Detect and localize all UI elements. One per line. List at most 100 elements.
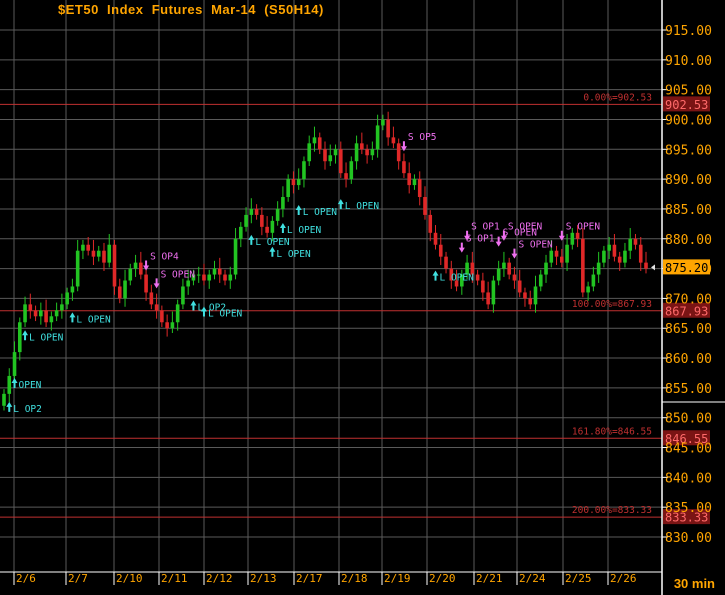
candle-body [133, 262, 138, 269]
candle-body [117, 286, 122, 299]
candle-body [291, 179, 296, 186]
candle-body [633, 238, 638, 245]
long-signal-label: L OPEN [440, 273, 475, 284]
short-signal-label: S OPEN [682, 0, 717, 3]
candle-body [438, 244, 443, 257]
candle-body [144, 274, 148, 293]
candle-body [544, 262, 548, 275]
candle-body [360, 143, 364, 150]
candle-body [23, 304, 27, 323]
candle-body [254, 208, 259, 215]
candle-body [428, 214, 433, 233]
candle-body [602, 250, 606, 263]
candle-body [44, 310, 48, 323]
candle-body [607, 244, 611, 251]
candle-body [375, 125, 380, 150]
time-axis-label: 2/10 [116, 572, 143, 585]
candle-body [496, 268, 501, 281]
short-signal-arrow [495, 236, 502, 247]
price-axis-label: 890.00 [665, 173, 712, 188]
candle-body [417, 179, 422, 198]
candle-body [323, 149, 327, 162]
long-signal-label: L OPEN [287, 225, 322, 236]
candle-body [96, 250, 101, 257]
candle-body [249, 208, 254, 215]
short-signal-label: S OPEN [508, 222, 543, 233]
candle-body [560, 256, 564, 263]
long-signal-label: L OPEN [345, 201, 380, 212]
candle-body [212, 268, 217, 275]
price-axis-label: 900.00 [665, 113, 712, 128]
candle-body [139, 262, 143, 275]
candle-body [554, 250, 559, 257]
candle-body [107, 244, 112, 263]
candle-body [444, 256, 448, 269]
time-axis-label: 2/19 [384, 572, 411, 585]
candle-body [49, 316, 54, 323]
candle-body [70, 286, 75, 293]
long-signal-label: L OPEN [76, 314, 111, 325]
candle-body [523, 292, 527, 299]
candle-body [507, 262, 511, 275]
price-axis-label: 845.00 [665, 442, 712, 457]
price-axis-label: 830.00 [665, 531, 712, 546]
candle-body [7, 375, 12, 394]
candle-body [175, 304, 180, 323]
candle-body [239, 226, 243, 239]
candle-body [228, 274, 233, 281]
candle-body [165, 322, 169, 329]
candle-body [102, 250, 106, 263]
long-signal-label: OPEN [19, 380, 42, 391]
price-axis-label: 850.00 [665, 412, 712, 427]
candle-body [275, 208, 280, 221]
time-axis-label: 2/6 [16, 572, 36, 585]
time-axis-label: 2/26 [610, 572, 637, 585]
candle-body [423, 197, 427, 215]
candle-body [223, 274, 227, 281]
candle-body [307, 143, 312, 162]
candle-body [575, 232, 580, 239]
candle-body [123, 280, 127, 299]
candle-body [407, 173, 411, 186]
long-signal-label: L OPEN [29, 332, 64, 343]
price-axis-label: 880.00 [665, 233, 712, 248]
candle-body [186, 280, 190, 287]
candle-body [65, 292, 69, 305]
long-signal-label: L OPEN [255, 237, 290, 248]
time-axis-label: 2/21 [476, 572, 503, 585]
candle-body [391, 137, 396, 144]
timeframe-label[interactable]: 30 min [674, 576, 715, 591]
candle-body [296, 179, 301, 186]
candle-body [244, 214, 248, 227]
long-signal-label: L OPEN [276, 249, 311, 260]
candle-body [638, 244, 643, 263]
long-signal-arrow [6, 401, 13, 412]
candle-body [491, 280, 496, 305]
candle-body [91, 250, 96, 257]
candle-body [349, 161, 354, 180]
time-axis-label: 2/13 [250, 572, 277, 585]
short-signal-label: S OP5 [408, 132, 437, 143]
candle-body [302, 161, 306, 180]
candle-body [75, 250, 80, 287]
long-signal-arrow [279, 222, 286, 233]
candle-body [354, 143, 359, 162]
candle-body [12, 352, 17, 376]
candle-body [81, 244, 85, 251]
short-signal-label: S OPEN [161, 269, 196, 280]
long-signal-arrow [190, 300, 197, 311]
candle-body [333, 149, 338, 156]
candle-body [54, 310, 59, 317]
candle-body [28, 304, 33, 311]
candle-body [265, 226, 269, 233]
long-signal-arrow [269, 246, 276, 257]
candle-body [581, 238, 585, 293]
candle-body [538, 274, 543, 287]
candle-body [386, 119, 390, 138]
price-axis-label: 915.00 [665, 24, 712, 39]
price-axis-label: 835.00 [665, 501, 712, 516]
candle-body [17, 322, 22, 353]
candle-body [512, 274, 517, 281]
candle-body [33, 310, 38, 317]
candle-body [196, 274, 201, 276]
